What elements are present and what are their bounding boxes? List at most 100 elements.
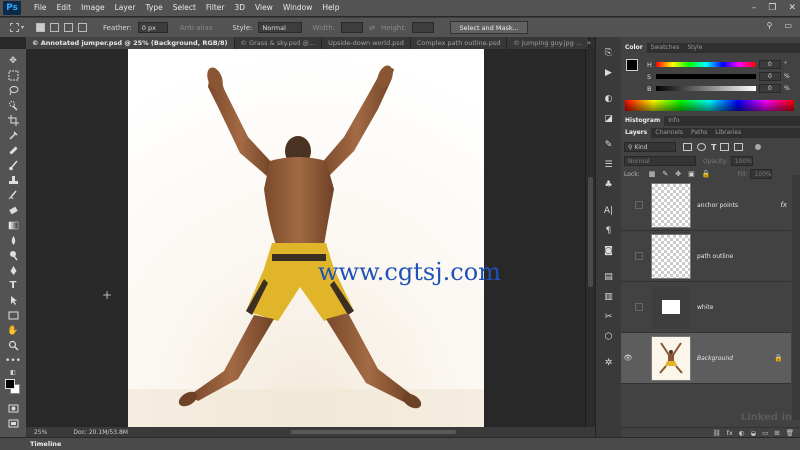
tab-jumping-guy[interactable]: © Jumping guy.jpg ... (507, 37, 590, 49)
history-brush-tool-icon[interactable] (5, 189, 21, 203)
timeline-tab[interactable]: Timeline (30, 440, 61, 448)
tab-layers[interactable]: Layers (621, 128, 652, 138)
eye-icon[interactable]: 👁 (621, 354, 635, 362)
vertical-scroll-thumb[interactable] (588, 177, 593, 287)
layer-effects-icon[interactable]: fx (780, 201, 787, 209)
actions-panel-icon[interactable]: ▶ (602, 66, 616, 80)
menu-image[interactable]: Image (76, 0, 110, 16)
quick-mask-icon[interactable] (5, 401, 21, 415)
blur-tool-icon[interactable] (5, 234, 21, 248)
layer-name[interactable]: path outline (697, 253, 733, 260)
properties-panel-icon[interactable]: ▤ (602, 270, 616, 284)
clone-source-icon[interactable]: ♣ (602, 178, 616, 192)
more-tools-icon[interactable]: ••• (5, 354, 21, 368)
layer-row[interactable]: white (621, 282, 791, 333)
lock-transparent-icon[interactable]: ▩ (649, 170, 656, 178)
layer-row[interactable]: path outline (621, 231, 791, 282)
style-select[interactable]: Normal (258, 22, 303, 33)
lock-position-icon[interactable]: ✥ (675, 170, 681, 178)
history-panel-icon[interactable]: ⎘ (602, 46, 616, 60)
marquee-tool-icon[interactable] (5, 69, 21, 83)
default-colors-icon[interactable]: ◧ (5, 369, 21, 377)
layer-name[interactable]: Background (697, 355, 733, 362)
healing-brush-tool-icon[interactable] (5, 144, 21, 158)
document-canvas[interactable] (128, 49, 484, 427)
zoom-tool-icon[interactable] (5, 339, 21, 353)
saturation-slider[interactable] (656, 74, 756, 79)
layer-name[interactable]: anchor points (697, 202, 738, 209)
clone-stamp-tool-icon[interactable] (5, 174, 21, 188)
quick-selection-tool-icon[interactable] (5, 99, 21, 113)
dodge-tool-icon[interactable] (5, 249, 21, 263)
menu-3d[interactable]: 3D (229, 0, 250, 16)
menu-type[interactable]: Type (141, 0, 168, 16)
layer-style-icon[interactable]: fx (727, 429, 733, 437)
layer-name[interactable]: white (697, 304, 713, 311)
canvas-area[interactable]: + www.cgtsj.com (26, 49, 585, 427)
tab-swatches[interactable]: Swatches (647, 43, 684, 53)
tab-channels[interactable]: Channels (651, 128, 687, 138)
navigator-panel-icon[interactable]: ✲ (602, 356, 616, 370)
rectangle-tool-icon[interactable] (5, 309, 21, 323)
add-mask-icon[interactable]: ◐ (739, 429, 745, 437)
adjustment-filter-icon[interactable] (697, 142, 706, 151)
tab-complex-path-outline[interactable]: Complex path outline.psd (410, 37, 508, 49)
restore-button[interactable]: ❐ (768, 3, 776, 13)
brush-tool-icon[interactable] (5, 159, 21, 173)
minimize-button[interactable]: – (752, 3, 757, 13)
layer-comps-icon[interactable]: ▥ (602, 290, 616, 304)
layer-row-selected[interactable]: 👁 Background 🔒 (621, 333, 791, 384)
tab-style[interactable]: Style (683, 43, 706, 53)
crop-tool-icon[interactable] (5, 114, 21, 128)
opacity-input[interactable]: 100% (730, 156, 753, 166)
tab-upside-down-world[interactable]: Upside-down world.psd (322, 37, 411, 49)
filter-toggle-icon[interactable] (755, 144, 762, 150)
layers-scrollbar[interactable] (792, 175, 800, 420)
blend-mode-select[interactable]: Normal (624, 156, 696, 166)
brushes-panel-icon[interactable]: ✎ (602, 138, 616, 152)
delete-layer-icon[interactable]: 🗑 (786, 429, 794, 437)
subtract-selection-icon[interactable] (64, 23, 74, 32)
layer-link-box[interactable] (635, 201, 643, 209)
pixel-filter-icon[interactable] (683, 142, 692, 151)
lasso-tool-icon[interactable] (5, 84, 21, 98)
workspace-icon[interactable]: ▭ (784, 21, 792, 30)
smart-object-filter-icon[interactable] (734, 142, 744, 151)
foreground-color-picker[interactable] (626, 59, 638, 71)
menu-edit[interactable]: Edit (52, 0, 77, 16)
layer-thumbnail[interactable] (651, 284, 691, 330)
new-group-icon[interactable]: ▭ (762, 429, 768, 437)
hue-input[interactable]: 0 (759, 60, 781, 69)
gradient-tool-icon[interactable] (5, 219, 21, 233)
hand-tool-icon[interactable]: ✋ (5, 324, 21, 338)
tab-overflow-button[interactable]: » (587, 37, 591, 49)
menu-layer[interactable]: Layer (110, 0, 141, 16)
tab-paths[interactable]: Paths (687, 128, 711, 138)
kind-filter-select[interactable]: ⚲ Kind (624, 142, 676, 152)
tab-histogram[interactable]: Histogram (621, 116, 665, 126)
tab-libraries[interactable]: Libraries (711, 128, 745, 138)
move-tool-icon[interactable]: ✥ (5, 54, 21, 68)
brightness-slider[interactable] (656, 86, 756, 91)
menu-help[interactable]: Help (317, 0, 344, 16)
shape-filter-icon[interactable] (720, 142, 730, 151)
new-selection-icon[interactable] (36, 23, 46, 32)
adjustments-panel-icon[interactable]: ◐ (602, 92, 616, 106)
width-input[interactable] (341, 22, 364, 33)
type-tool-icon[interactable]: T (5, 279, 21, 293)
search-icon[interactable]: ⚲ (767, 21, 773, 30)
lock-all-icon[interactable]: 🔒 (702, 170, 711, 178)
zoom-level[interactable]: 25% (34, 429, 47, 436)
tab-annotated-jumper[interactable]: © Annotated jumper.psd @ 25% (Background… (26, 37, 235, 49)
eyedropper-tool-icon[interactable] (5, 129, 21, 143)
antialias-checkbox[interactable]: Anti-alias (180, 24, 213, 32)
select-and-mask-button[interactable]: Select and Mask... (450, 21, 528, 34)
tab-grass-sky[interactable]: © Grass & sky.psd @... (234, 37, 323, 49)
add-selection-icon[interactable] (50, 23, 60, 32)
layer-row[interactable]: anchor points fx (621, 180, 791, 231)
menu-view[interactable]: View (250, 0, 278, 16)
new-layer-icon[interactable]: ⊞ (774, 429, 779, 437)
marquee-preset-icon[interactable]: ▾ (10, 23, 24, 32)
saturation-input[interactable]: 0 (759, 72, 781, 81)
layer-link-box[interactable] (635, 252, 643, 260)
